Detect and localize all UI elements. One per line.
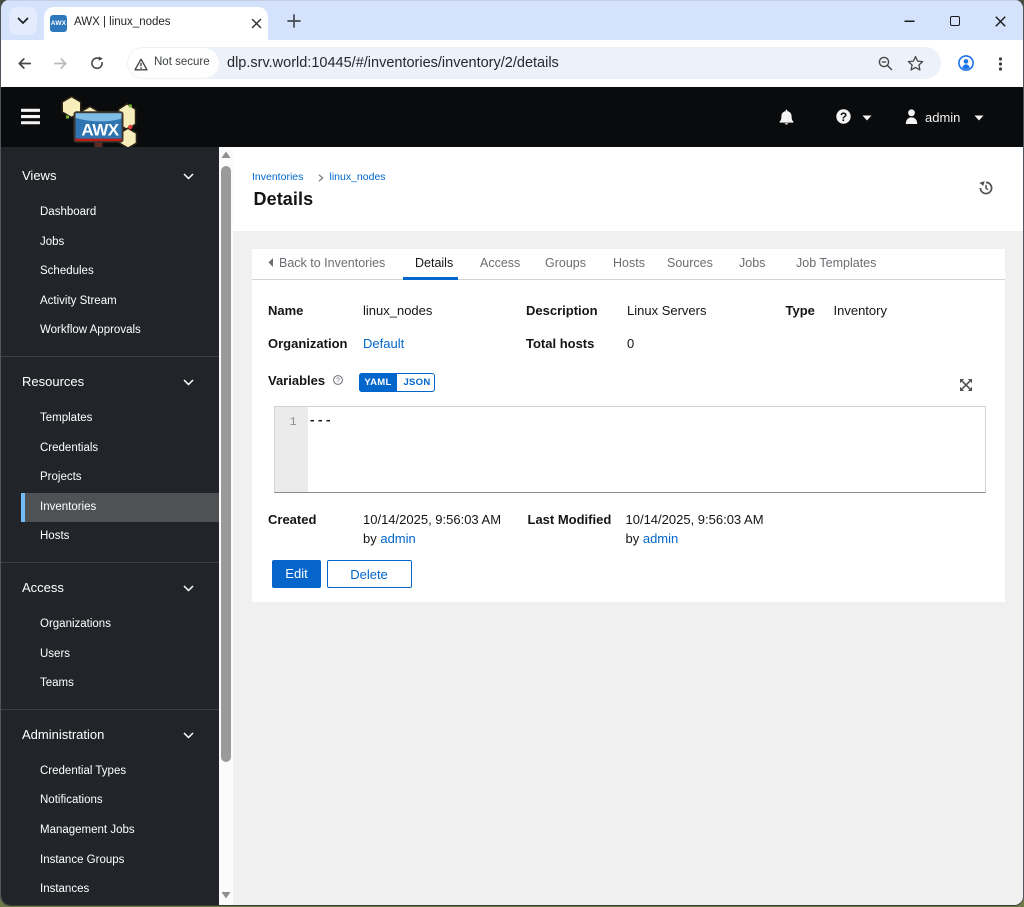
svg-text:?: ?: [336, 378, 340, 385]
svg-text:AWX: AWX: [81, 121, 119, 140]
svg-text:?: ?: [840, 110, 847, 124]
